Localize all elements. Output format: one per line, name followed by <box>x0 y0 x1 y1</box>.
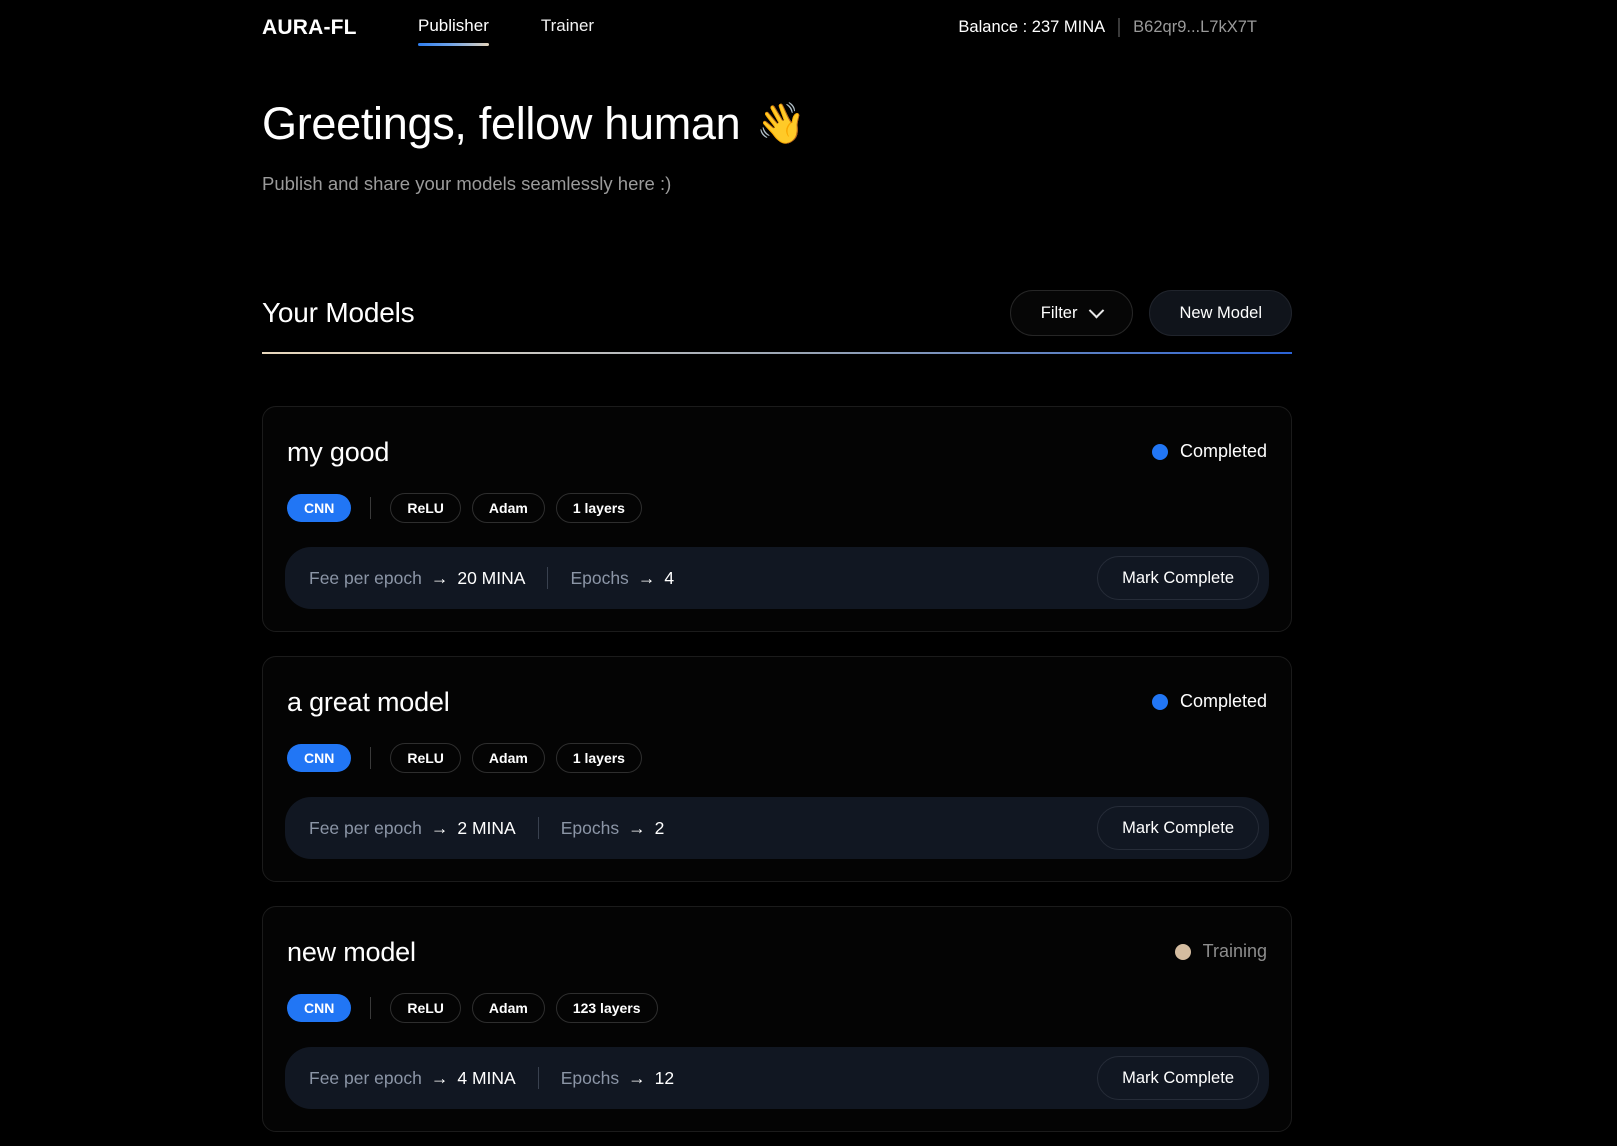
fee-value: 4 MINA <box>457 1067 516 1088</box>
tag-layers[interactable]: 123 layers <box>555 993 658 1023</box>
tag-activation[interactable]: ReLU <box>390 993 461 1023</box>
model-card[interactable]: my good Completed CNN ReLU Adam 1 layers Fee p… <box>262 406 1292 632</box>
new-model-button[interactable]: New Model <box>1149 290 1292 336</box>
section-actions: Filter New Model <box>1009 290 1292 336</box>
mark-complete-button[interactable]: Mark Complete <box>1097 1056 1259 1100</box>
model-tags: CNN ReLU Adam 123 layers <box>285 993 1269 1023</box>
mark-complete-button[interactable]: Mark Complete <box>1097 556 1259 600</box>
mark-complete-button[interactable]: Mark Complete <box>1097 806 1259 850</box>
nav-tab-publisher[interactable]: Publisher <box>418 16 489 46</box>
model-meta-bar: Fee per epoch → 20 MINA Epochs → 4 Mark Comple… <box>285 547 1269 609</box>
model-name: a great model <box>287 687 450 717</box>
epochs-label: Epochs <box>570 567 629 588</box>
fee-per-epoch: Fee per epoch → 2 MINA <box>309 818 516 839</box>
fee-label: Fee per epoch <box>309 817 422 838</box>
tag-layers[interactable]: 1 layers <box>555 743 642 773</box>
model-card[interactable]: a great model Completed CNN ReLU Adam 1 layer… <box>262 656 1292 882</box>
app-logo[interactable]: AURA-FL <box>262 16 357 40</box>
wallet-divider <box>1118 18 1121 37</box>
tag-optimizer[interactable]: Adam <box>471 493 545 523</box>
tag-architecture[interactable]: CNN <box>287 494 352 522</box>
app-root: AURA-FL Publisher Trainer Balance : 237 … <box>0 0 1617 1146</box>
meta-divider <box>537 817 539 839</box>
arrow-icon: → <box>637 567 656 588</box>
model-card-header: my good Completed <box>285 437 1269 467</box>
fee-label: Fee per epoch <box>309 567 422 588</box>
model-tags: CNN ReLU Adam 1 layers <box>285 493 1269 523</box>
gradient-divider <box>262 352 1292 354</box>
tag-optimizer[interactable]: Adam <box>471 743 545 773</box>
epochs-value: 4 <box>664 567 675 588</box>
tag-activation[interactable]: ReLU <box>390 493 461 523</box>
tag-divider <box>370 997 372 1019</box>
nav-tab-trainer[interactable]: Trainer <box>541 16 594 46</box>
model-meta-bar: Fee per epoch → 2 MINA Epochs → 2 Mark Complet… <box>285 797 1269 859</box>
epochs-info: Epochs → 12 <box>561 1068 674 1089</box>
fee-per-epoch: Fee per epoch → 20 MINA <box>309 568 525 589</box>
fee-value: 2 MINA <box>457 817 516 838</box>
status-badge: Completed <box>1151 437 1267 462</box>
model-list: my good Completed CNN ReLU Adam 1 layers Fee p… <box>262 406 1292 1146</box>
page-title-text: Greetings, fellow human <box>262 98 741 149</box>
epochs-value: 12 <box>654 1067 675 1088</box>
epochs-info: Epochs → 4 <box>570 568 674 589</box>
model-meta-bar: Fee per epoch → 4 MINA Epochs → 12 Mark Comple… <box>285 1047 1269 1109</box>
meta-divider <box>537 1067 539 1089</box>
meta-divider <box>547 567 549 589</box>
filter-button-label: Filter <box>1040 303 1078 322</box>
top-navigation-bar: AURA-FL Publisher Trainer Balance : 237 … <box>0 0 1617 58</box>
section-title: Your Models <box>262 297 415 328</box>
status-badge: Training <box>1174 937 1267 962</box>
tag-architecture[interactable]: CNN <box>287 994 352 1022</box>
epochs-label: Epochs <box>560 817 620 838</box>
status-label: Completed <box>1179 441 1267 461</box>
model-tags: CNN ReLU Adam 1 layers <box>285 743 1269 773</box>
arrow-icon: → <box>628 817 646 838</box>
main-nav: Publisher Trainer <box>418 16 594 46</box>
arrow-icon: → <box>430 567 449 588</box>
epochs-label: Epochs <box>560 1067 620 1088</box>
models-section-header: Your Models Filter New Model <box>262 282 1292 354</box>
section-head-row: Your Models Filter New Model <box>262 282 1292 344</box>
tag-activation[interactable]: ReLU <box>390 743 461 773</box>
fee-label: Fee per epoch <box>309 1067 422 1088</box>
model-name: my good <box>287 437 390 467</box>
tag-layers[interactable]: 1 layers <box>555 493 642 523</box>
fee-value: 20 MINA <box>457 567 526 588</box>
epochs-value: 2 <box>654 817 665 838</box>
tag-divider <box>370 497 372 519</box>
status-dot-icon <box>1151 443 1168 460</box>
tag-optimizer[interactable]: Adam <box>471 993 545 1023</box>
arrow-icon: → <box>628 1067 646 1088</box>
tag-architecture[interactable]: CNN <box>287 744 352 772</box>
status-label: Completed <box>1179 691 1267 711</box>
filter-button[interactable]: Filter <box>1009 290 1134 336</box>
arrow-icon: → <box>430 817 449 838</box>
wallet-address[interactable]: B62qr9...L7kX7T <box>1133 18 1257 37</box>
chevron-down-icon <box>1089 302 1105 318</box>
model-card-header: a great model Completed <box>285 687 1269 717</box>
status-dot-icon <box>1151 693 1168 710</box>
epochs-info: Epochs → 2 <box>561 818 665 839</box>
page-title: Greetings, fellow human 👋 <box>262 96 806 152</box>
waving-hand-icon: 👋 <box>756 102 806 146</box>
wallet-info: Balance : 237 MINA B62qr9...L7kX7T <box>958 18 1257 37</box>
tag-divider <box>370 747 372 769</box>
fee-per-epoch: Fee per epoch → 4 MINA <box>309 1068 516 1089</box>
model-card[interactable]: new model Training CNN ReLU Adam 123 layers Fe… <box>262 906 1292 1132</box>
model-name: new model <box>287 937 416 967</box>
status-dot-icon <box>1174 943 1191 960</box>
page-subtitle: Publish and share your models seamlessly… <box>262 173 672 194</box>
status-badge: Completed <box>1151 687 1267 712</box>
arrow-icon: → <box>430 1067 449 1088</box>
status-label: Training <box>1202 941 1267 961</box>
model-card-header: new model Training <box>285 937 1269 967</box>
hero-section: Greetings, fellow human 👋 Publish and sh… <box>262 96 806 196</box>
wallet-balance: Balance : 237 MINA <box>958 18 1106 36</box>
